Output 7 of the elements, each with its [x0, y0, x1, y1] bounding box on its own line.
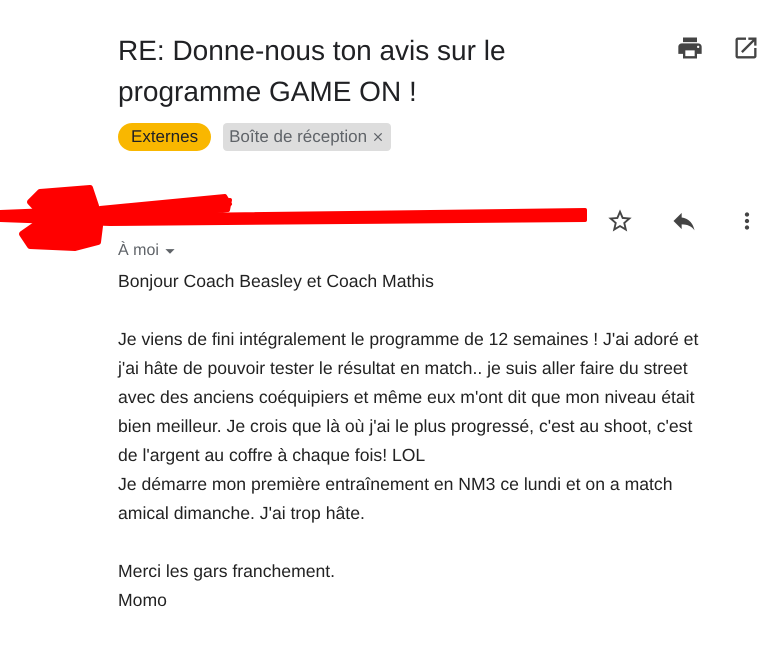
email-subject: RE: Donne-nous ton avis sur le programme GAME ON !: [118, 34, 507, 109]
message-paragraph: Bonjour Coach Beasley et Coach Mathis: [118, 270, 435, 293]
message-paragraph: Je viens de fini intégralement le programme de 12 semaines ! J'ai adoré et j'ai hâte de pouvoir tester le résultat en match.. je suis aller faire du street avec des anciens coéquipiers et même eux m'ont dit que mon niveau était bien meilleur. Je crois que là où j'ai le plus progressé, c'est au shoot, c'est de l'argent au coffre à chaque fois! LOL Je démarre mon première entraînement en NM3 ce lundi et on a match amical dimanche. J'ai trop hâte.: [118, 328, 700, 525]
message-paragraph: Merci les gars franchement. Momo: [118, 560, 336, 612]
recipient-dropdown[interactable]: À moi: [118, 239, 776, 263]
label-chip[interactable]: Boîte de réception: [223, 123, 392, 151]
label-chip[interactable]: Externes: [118, 123, 212, 151]
